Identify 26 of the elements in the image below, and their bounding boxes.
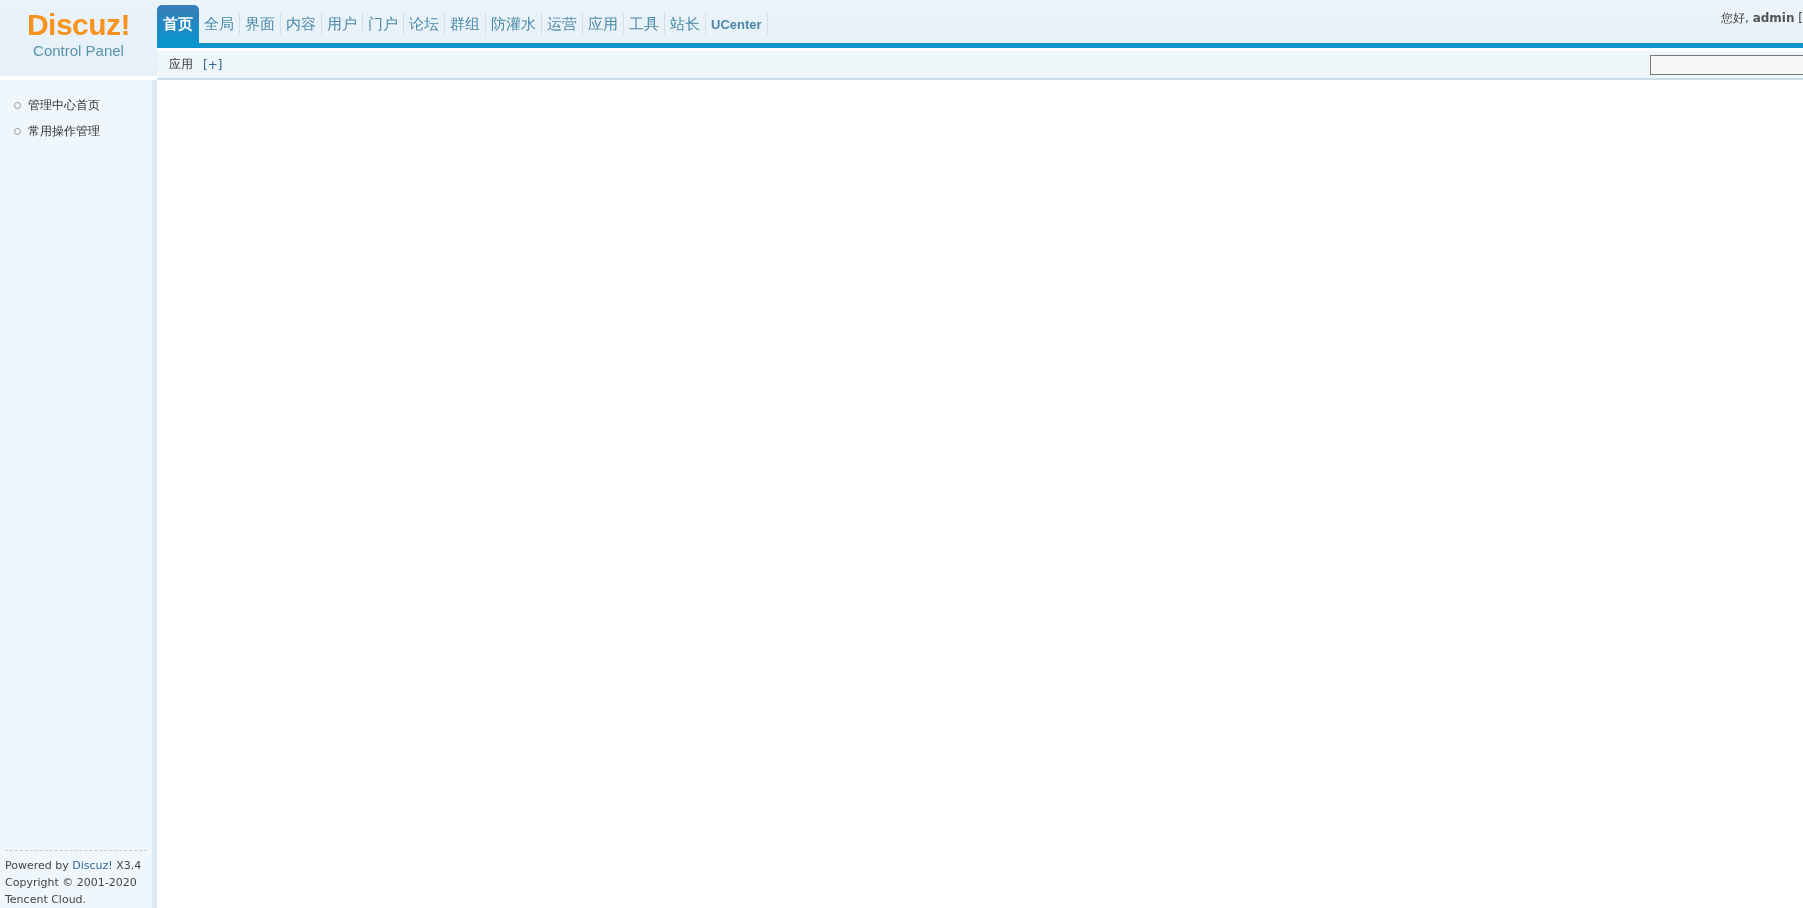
sidebar-item[interactable]: 常用操作管理 (0, 118, 152, 144)
company-text: Tencent Cloud. (5, 892, 88, 908)
search-field[interactable] (1650, 54, 1803, 75)
nav-tab[interactable]: 运营 (542, 13, 583, 35)
copyright-text: Copyright © 2001-2020 (5, 875, 138, 891)
add-link[interactable]: [+] (203, 57, 223, 72)
discuz-link[interactable]: Discuz! (72, 859, 113, 872)
nav-tab[interactable]: 门户 (363, 13, 404, 35)
sidebar-item[interactable]: 管理中心首页 (0, 92, 152, 118)
nav-tab[interactable]: 工具 (624, 13, 665, 35)
nav-tab[interactable]: 防灌水 (486, 13, 542, 35)
user-greeting: 您好, admin [ (1721, 10, 1803, 27)
nav-tab[interactable]: 全局 (199, 13, 240, 35)
nav-tab[interactable]: 首页 (157, 5, 199, 43)
logo-title: Discuz! (26, 8, 131, 42)
nav-tab[interactable]: UCenter (706, 13, 768, 35)
nav-tab[interactable]: 应用 (583, 13, 624, 35)
nav-tab[interactable]: 群组 (445, 13, 486, 35)
nav-tab[interactable]: 内容 (281, 13, 322, 35)
powered-by-text: Powered by Discuz! X3.4 (5, 858, 143, 874)
nav-tab[interactable]: 界面 (240, 13, 281, 35)
nav-tab[interactable]: 论坛 (404, 13, 445, 35)
logo-subtitle: Control Panel (33, 42, 124, 60)
nav-tab[interactable]: 用户 (322, 13, 363, 35)
nav-tab[interactable]: 站长 (665, 13, 706, 35)
subnav-label: 应用 (169, 56, 193, 73)
